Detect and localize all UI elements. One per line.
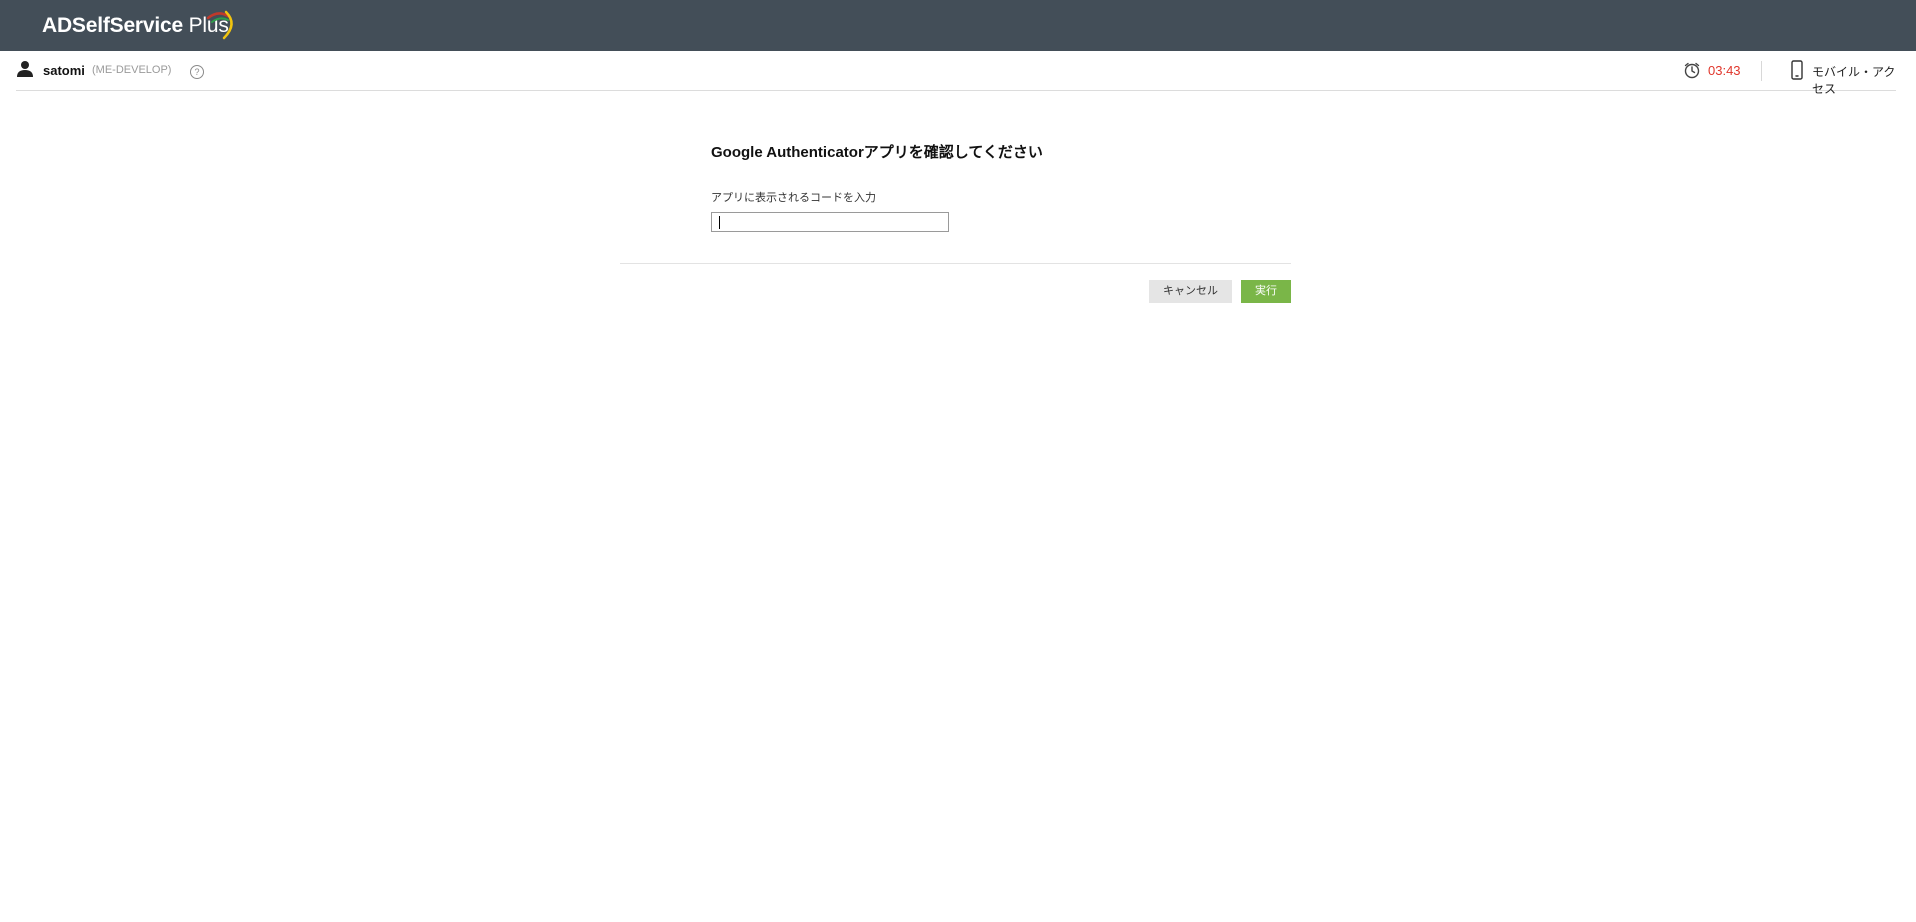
- form-divider: [620, 263, 1291, 264]
- text-caret: [719, 216, 720, 229]
- app-logo: ADSelfService Plus: [42, 10, 233, 42]
- top-header-bar: ADSelfService Plus: [0, 0, 1916, 51]
- user-icon: [17, 61, 33, 77]
- session-timer: 03:43: [1708, 63, 1741, 78]
- user-domain: (ME-DEVELOP): [92, 64, 172, 76]
- clock-icon: [1684, 62, 1700, 79]
- user-info-bar: satomi (ME-DEVELOP) ? 03:43 モバイル・アクセス: [16, 51, 1896, 96]
- help-icon[interactable]: ?: [190, 65, 204, 79]
- code-field-label: アプリに表示されるコードを入力: [711, 192, 876, 204]
- logo-text: ADSelfService Plus: [42, 14, 229, 38]
- mobile-phone-icon[interactable]: [1791, 60, 1803, 80]
- submit-button[interactable]: 実行: [1241, 280, 1291, 303]
- cancel-button[interactable]: キャンセル: [1149, 280, 1232, 303]
- mobile-access-link[interactable]: モバイル・アクセス: [1812, 63, 1896, 97]
- header-divider: [1761, 61, 1762, 81]
- username: satomi: [43, 63, 85, 78]
- verification-code-input[interactable]: [711, 212, 949, 232]
- logo-text-bold: ADSelfService: [42, 14, 183, 37]
- logo-swoosh-icon: [206, 10, 233, 40]
- page-title: Google Authenticatorアプリを確認してください: [711, 144, 1043, 161]
